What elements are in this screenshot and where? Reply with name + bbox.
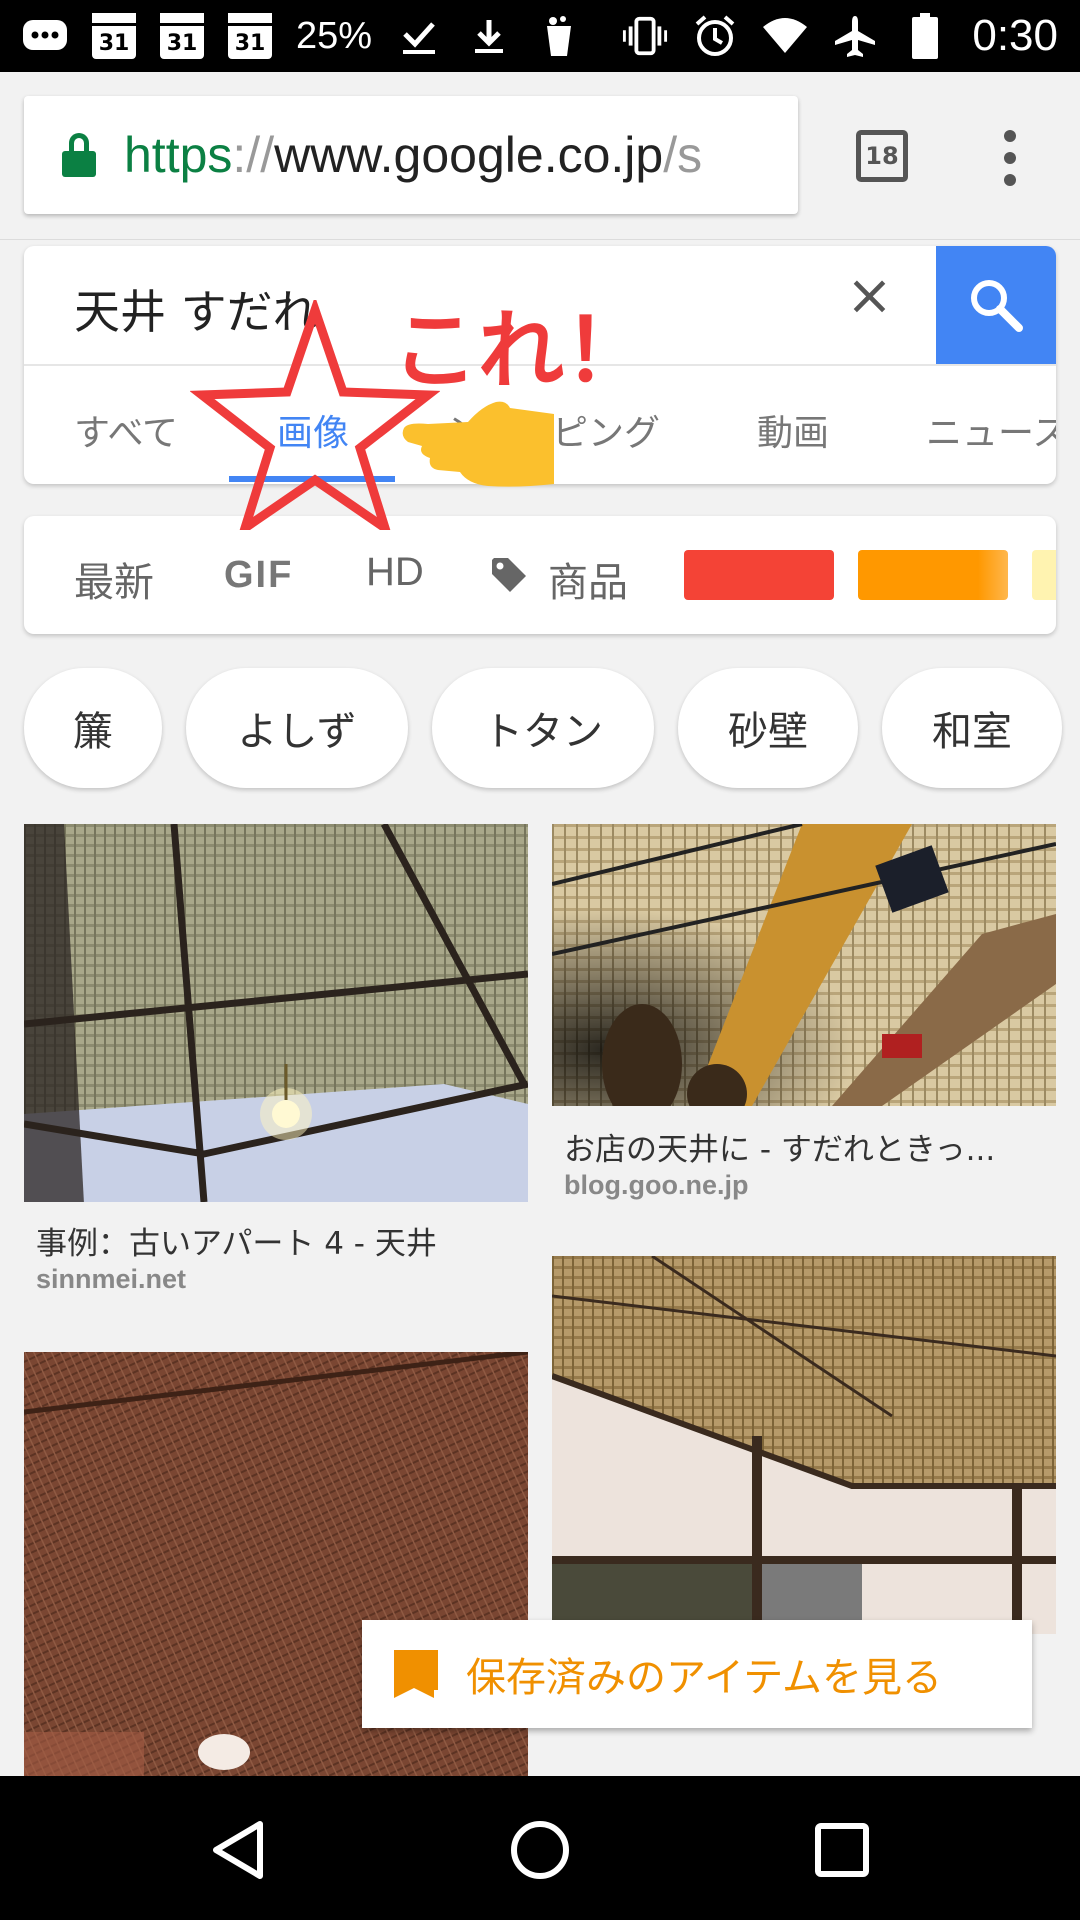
saved-items-label: 保存済みのアイテムを見る <box>466 1655 942 1701</box>
chat-icon <box>22 13 68 59</box>
airplane-icon <box>832 13 878 59</box>
result-image-1[interactable] <box>24 824 528 1202</box>
check-icon <box>396 13 442 59</box>
tag-icon <box>492 558 526 592</box>
tab-news[interactable]: ニュース <box>926 404 1056 456</box>
browser-toolbar: https://www.google.co.jp/s 18 <box>0 72 1080 240</box>
chip-sudare-kanji[interactable]: 簾 <box>24 668 162 788</box>
search-button[interactable] <box>936 246 1056 364</box>
result-caption-1[interactable]: 事例：古いアパート 4 - 天井 <box>36 1218 437 1263</box>
result-source-2[interactable]: blog.goo.ne.jp <box>564 1170 748 1201</box>
wifi-icon <box>762 13 808 59</box>
filter-card: 最新 GIF HD 商品 <box>24 516 1056 634</box>
screen: 31 31 31 25% 0:30 https://www.google.co.… <box>0 0 1080 1920</box>
url-path: /s <box>663 127 703 183</box>
bookmark-icon <box>394 1650 438 1698</box>
result-image-2[interactable] <box>552 824 1056 1106</box>
url-bar[interactable]: https://www.google.co.jp/s <box>24 96 798 214</box>
chip-tatan[interactable]: トタン <box>432 668 654 788</box>
status-bar: 31 31 31 25% 0:30 <box>0 0 1080 72</box>
filter-products[interactable]: 商品 <box>548 550 628 608</box>
calendar-icon: 31 <box>92 13 136 59</box>
url-text[interactable]: https://www.google.co.jp/s <box>124 126 702 184</box>
view-saved-items-button[interactable]: 保存済みのアイテムを見る <box>362 1620 1032 1728</box>
result-image-4[interactable] <box>552 1256 1056 1634</box>
chip-washitsu[interactable]: 和室 <box>882 668 1062 788</box>
vibrate-icon <box>622 13 668 59</box>
cup-icon <box>536 13 582 59</box>
battery-saver-text: 25% <box>296 14 373 57</box>
battery-icon <box>902 13 948 59</box>
back-icon[interactable] <box>208 1818 272 1882</box>
recents-icon[interactable] <box>812 1820 872 1880</box>
tab-switcher-button[interactable]: 18 <box>856 130 908 182</box>
calendar-date: 31 <box>98 31 130 56</box>
filter-recent[interactable]: 最新 <box>74 550 154 608</box>
alarm-icon <box>692 13 738 59</box>
calendar-date: 31 <box>166 31 198 56</box>
search-icon <box>971 280 1023 332</box>
calendar-date: 31 <box>234 31 266 56</box>
chip-sunakabe[interactable]: 砂壁 <box>678 668 858 788</box>
color-swatch-yellow[interactable] <box>1032 550 1056 600</box>
home-icon[interactable] <box>508 1818 572 1882</box>
clock-text: 0:30 <box>972 11 1058 60</box>
pointing-hand-icon <box>402 401 554 487</box>
lock-icon[interactable] <box>62 133 96 177</box>
clear-search-icon[interactable]: × <box>846 268 893 324</box>
navigation-bar <box>0 1776 1080 1920</box>
filter-hd[interactable]: HD <box>366 550 424 595</box>
overflow-menu-icon[interactable] <box>1000 130 1020 186</box>
url-scheme: https <box>124 127 233 183</box>
calendar-icon: 31 <box>160 13 204 59</box>
tab-all[interactable]: すべて <box>74 404 178 456</box>
tab-videos[interactable]: 動画 <box>757 404 829 456</box>
result-source-1[interactable]: sinnmei.net <box>36 1264 186 1295</box>
result-caption-2[interactable]: お店の天井に - すだれときっ... <box>564 1124 995 1169</box>
status-right: 0:30 <box>622 11 1058 61</box>
chip-yoshizu[interactable]: よしず <box>186 668 408 788</box>
url-separator: :// <box>232 127 275 183</box>
calendar-icon: 31 <box>228 13 272 59</box>
download-icon <box>466 13 512 59</box>
filter-gif[interactable]: GIF <box>224 554 293 597</box>
url-host: www.google.co.jp <box>274 127 664 183</box>
color-swatch-orange[interactable] <box>858 550 1008 600</box>
annotation-text: これ！ <box>392 301 650 401</box>
status-left: 31 31 31 25% <box>22 13 582 59</box>
color-swatch-red[interactable] <box>684 550 834 600</box>
